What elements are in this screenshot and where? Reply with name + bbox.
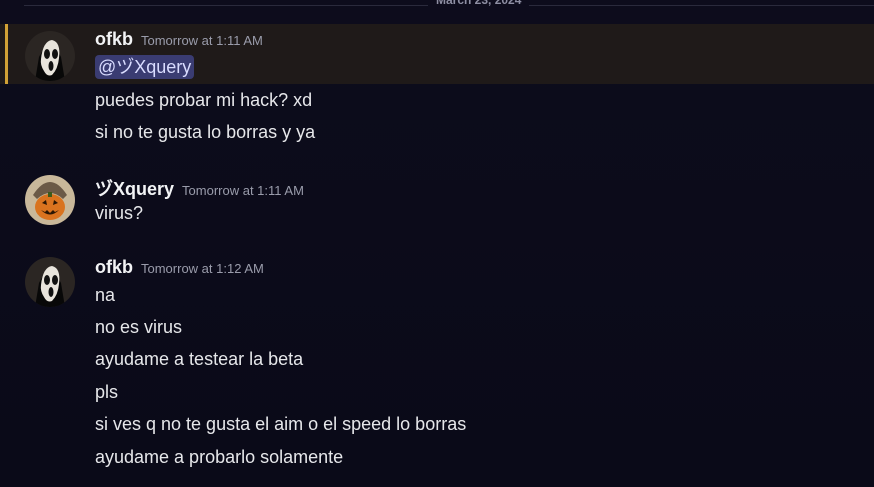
message-line: na — [95, 285, 116, 305]
username[interactable]: ofkb — [95, 29, 133, 49]
message-line: ayudame a testear la beta — [95, 349, 304, 369]
message-header: ofkb Tomorrow at 1:12 AM — [95, 257, 264, 279]
message-line: ayudame a probarlo solamente — [95, 447, 344, 467]
pumpkin-avatar[interactable] — [25, 175, 75, 225]
message-line: si no te gusta lo borras y ya — [95, 122, 316, 142]
timestamp[interactable]: Tomorrow at 1:11 AM — [141, 33, 263, 48]
message-header: ofkb Tomorrow at 1:11 AM — [95, 29, 263, 51]
username[interactable]: ofkb — [95, 257, 133, 277]
message-line: si ves q no te gusta el aim o el speed l… — [95, 414, 467, 434]
ghostface-avatar[interactable] — [25, 257, 75, 307]
ghostface-avatar[interactable] — [25, 31, 75, 81]
message-header: ヅXquery Tomorrow at 1:11 AM — [95, 175, 304, 199]
date-divider-label: March 23, 2024 — [428, 0, 530, 9]
message-line: pls — [95, 382, 119, 402]
message-line: @ヅXquery — [95, 55, 195, 79]
timestamp[interactable]: Tomorrow at 1:11 AM — [182, 183, 304, 198]
timestamp[interactable]: Tomorrow at 1:12 AM — [141, 261, 264, 276]
message-line: virus? — [95, 203, 144, 223]
user-mention[interactable]: @ヅXquery — [95, 55, 195, 79]
mention-highlight-bar — [5, 24, 8, 84]
chat-window: March 23, 2024 ofkb Tomorrow at 1:11 AM @… — [0, 0, 874, 487]
date-divider: March 23, 2024 — [0, 0, 874, 12]
message-line: puedes probar mi hack? xd — [95, 90, 313, 110]
message-line: no es virus — [95, 317, 183, 337]
username[interactable]: ヅXquery — [95, 179, 174, 199]
